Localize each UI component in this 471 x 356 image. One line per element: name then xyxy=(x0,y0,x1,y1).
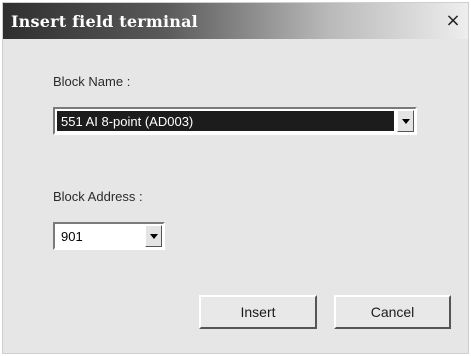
close-icon[interactable]: × xyxy=(444,12,462,30)
dialog-title: Insert field terminal xyxy=(11,12,198,31)
block-address-selected-value: 901 xyxy=(61,228,83,244)
block-address-dropdown[interactable]: 901 xyxy=(53,222,165,250)
insert-button[interactable]: Insert xyxy=(199,295,317,329)
block-name-dropdown-arrow[interactable] xyxy=(397,110,414,132)
chevron-down-icon xyxy=(401,118,410,124)
cancel-button[interactable]: Cancel xyxy=(334,295,451,329)
title-bar[interactable]: Insert field terminal × xyxy=(3,3,468,39)
block-name-dropdown[interactable]: 551 AI 8-point (AD003) xyxy=(53,107,417,135)
block-name-selected-value: 551 AI 8-point (AD003) xyxy=(57,111,394,131)
block-address-dropdown-arrow[interactable] xyxy=(145,225,162,247)
block-name-label: Block Name : xyxy=(53,74,131,89)
chevron-down-icon xyxy=(149,233,158,239)
insert-field-terminal-dialog: Insert field terminal × Block Name : 551… xyxy=(2,2,469,354)
block-address-label: Block Address : xyxy=(53,189,143,204)
